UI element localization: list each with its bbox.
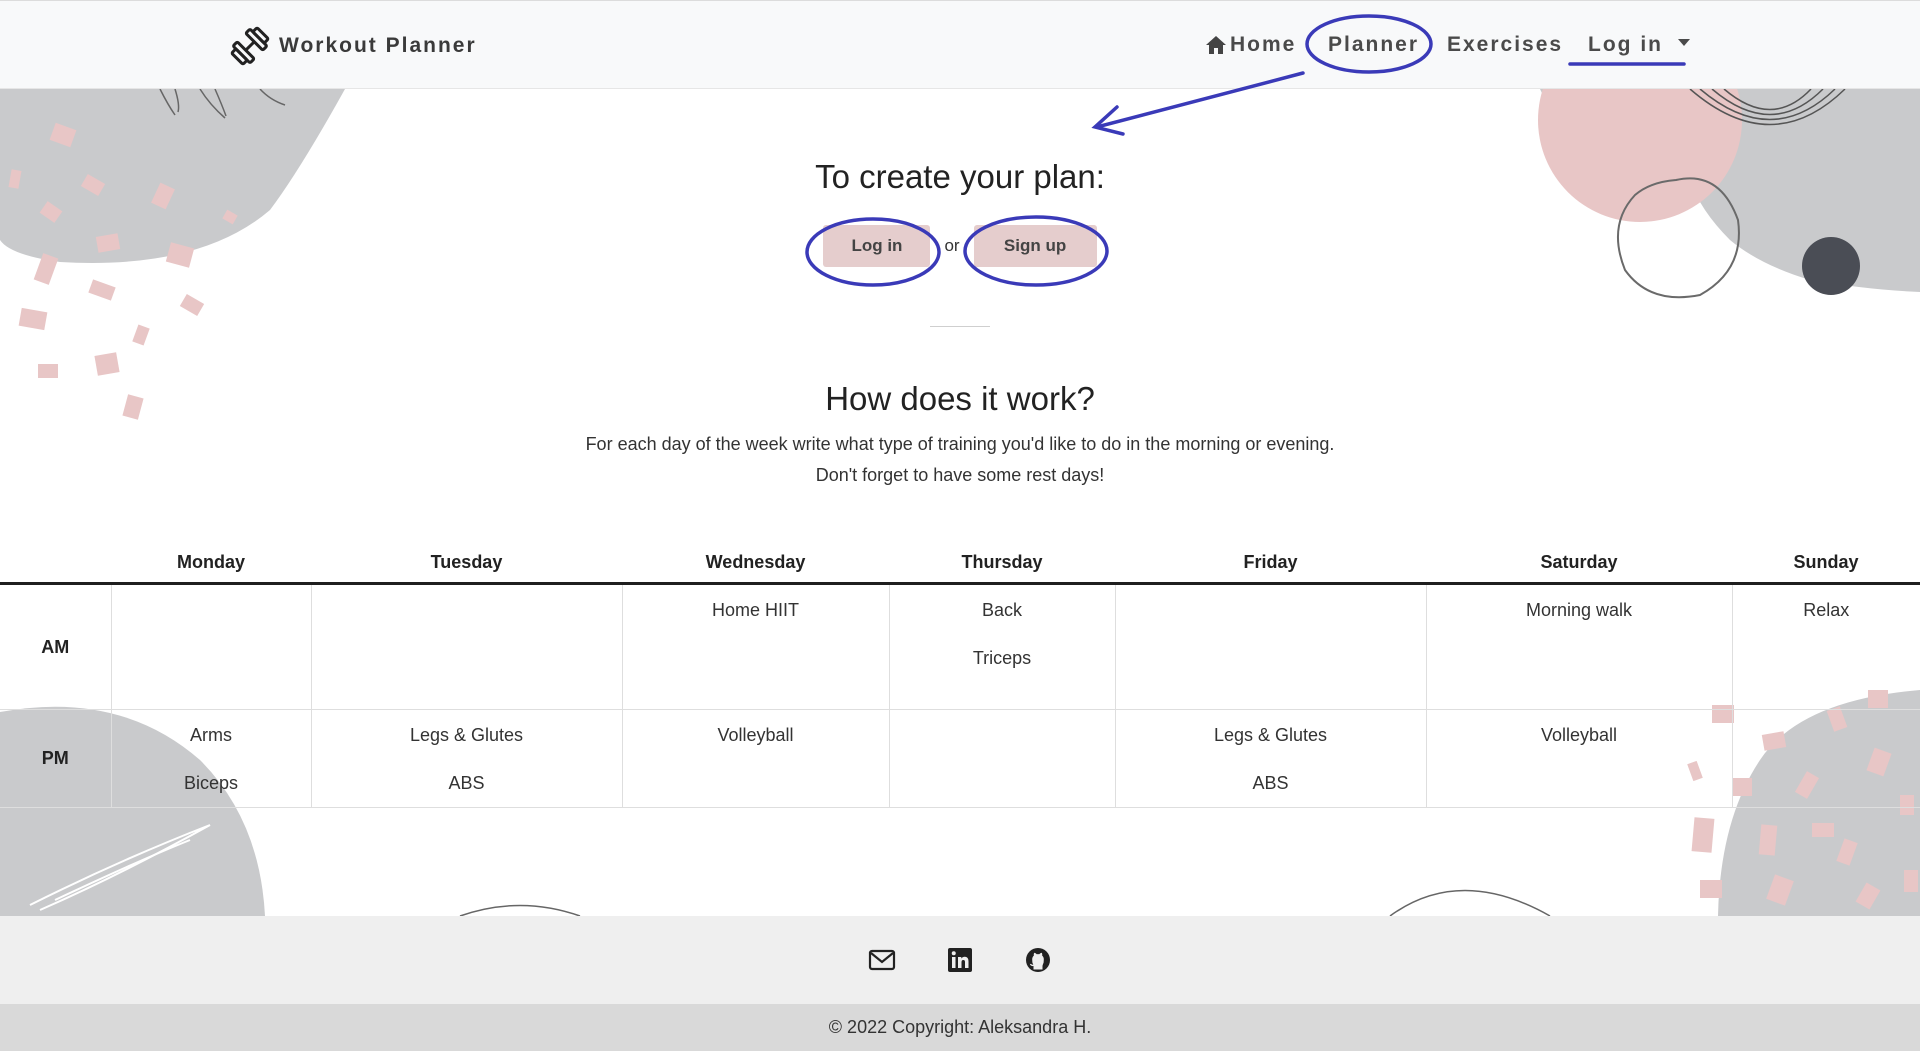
how-description-line1: For each day of the week write what type… — [585, 434, 1335, 454]
nav-exercises[interactable]: Exercises — [1447, 30, 1563, 60]
how-heading: How does it work? — [825, 380, 1095, 417]
how-description-line2: Don't forget to have some rest days! — [815, 465, 1105, 485]
plan-cell-fri-pm[interactable]: Legs & Glutes ABS — [1114, 709, 1426, 808]
row-label: PM — [0, 709, 111, 808]
nav-exercises-label: Exercises — [1447, 33, 1564, 56]
cell-entry: Volleyball — [717, 725, 794, 745]
plan-cell-thu-am[interactable]: Back Triceps — [888, 583, 1115, 710]
plan-cell-wed-am[interactable]: Home HIIT — [621, 583, 889, 710]
day-header: Tuesday — [311, 543, 622, 585]
plan-cell-mon-am[interactable] — [110, 583, 311, 710]
plan-cell-tue-pm[interactable]: Legs & Glutes ABS — [310, 709, 622, 808]
plan-cell-thu-pm[interactable] — [888, 709, 1115, 808]
cta-actions: Log in or Sign up — [0, 225, 1920, 267]
home-icon — [1206, 36, 1226, 54]
cell-entry: Home HIIT — [711, 600, 799, 620]
plan-cell-tue-am[interactable] — [310, 583, 622, 710]
linkedin-icon — [948, 948, 972, 972]
day-header: Sunday — [1732, 543, 1920, 585]
cell-entry: Legs & Glutes — [1213, 725, 1328, 745]
row-label: AM — [0, 583, 111, 710]
cell-entry: Volleyball — [1540, 725, 1618, 745]
nav-home-label: Home — [1230, 33, 1297, 56]
plan-cell-mon-pm[interactable]: Arms Biceps — [110, 709, 311, 808]
copyright-bar: © 2022 Copyright: Aleksandra H. — [0, 1004, 1920, 1051]
cell-entry: Relax — [1803, 600, 1850, 620]
navbar: Workout Planner Home Planner Exercises L… — [0, 0, 1920, 89]
nav-login-label: Log in — [1588, 33, 1663, 56]
footer-social-links — [0, 916, 1920, 1004]
plan-cell-sat-pm[interactable]: Volleyball — [1425, 709, 1732, 808]
table-header-row: Monday Tuesday Wednesday Thursday Friday… — [0, 543, 1920, 585]
github-link[interactable] — [1023, 945, 1053, 975]
cell-entry: Biceps — [183, 773, 239, 793]
envelope-icon — [868, 949, 896, 971]
cta-heading: To create your plan: — [815, 158, 1105, 195]
cta-or-text: or — [944, 236, 960, 255]
github-icon — [1026, 948, 1050, 972]
nav-planner[interactable]: Planner — [1328, 30, 1419, 60]
day-header: Friday — [1115, 543, 1426, 585]
day-header: Wednesday — [622, 543, 889, 585]
table-row-am: AM Home HIIT Back Triceps Morning walk R… — [0, 583, 1920, 710]
corner-header — [0, 543, 111, 585]
dumbbell-icon — [230, 26, 270, 66]
cell-entry: ABS — [448, 773, 485, 793]
cell-entry: ABS — [1252, 773, 1289, 793]
cell-entry: Morning walk — [1525, 600, 1633, 620]
caret-down-icon — [1677, 38, 1690, 46]
cell-entry: Back — [981, 600, 1023, 620]
plan-cell-wed-pm[interactable]: Volleyball — [621, 709, 889, 808]
day-header: Thursday — [889, 543, 1115, 585]
table-row-pm: PM Arms Biceps Legs & Glutes ABS Volleyb… — [0, 709, 1920, 808]
signup-button[interactable]: Sign up — [973, 225, 1097, 267]
day-header: Monday — [111, 543, 311, 585]
nav-home[interactable]: Home — [1205, 30, 1296, 60]
cell-entry: Arms — [190, 725, 232, 745]
weekly-plan-table: Monday Tuesday Wednesday Thursday Friday… — [0, 543, 1920, 808]
nav-planner-label: Planner — [1328, 33, 1420, 56]
email-link[interactable] — [867, 945, 897, 975]
brand-link[interactable]: Workout Planner — [229, 25, 477, 67]
section-divider — [930, 326, 990, 327]
brand-name: Workout Planner — [279, 34, 477, 57]
plan-cell-sat-am[interactable]: Morning walk — [1425, 583, 1732, 710]
cell-entry: Legs & Glutes — [409, 725, 524, 745]
login-button[interactable]: Log in — [823, 225, 931, 267]
plan-cell-fri-am[interactable] — [1114, 583, 1426, 710]
nav-login-dropdown[interactable]: Log in — [1588, 30, 1690, 60]
copyright-text: © 2022 Copyright: Aleksandra H. — [828, 1017, 1092, 1037]
linkedin-link[interactable] — [945, 945, 975, 975]
plan-cell-sun-pm[interactable] — [1731, 709, 1920, 808]
cell-entry: Triceps — [972, 648, 1032, 668]
day-header: Saturday — [1426, 543, 1732, 585]
plan-cell-sun-am[interactable]: Relax — [1731, 583, 1920, 710]
